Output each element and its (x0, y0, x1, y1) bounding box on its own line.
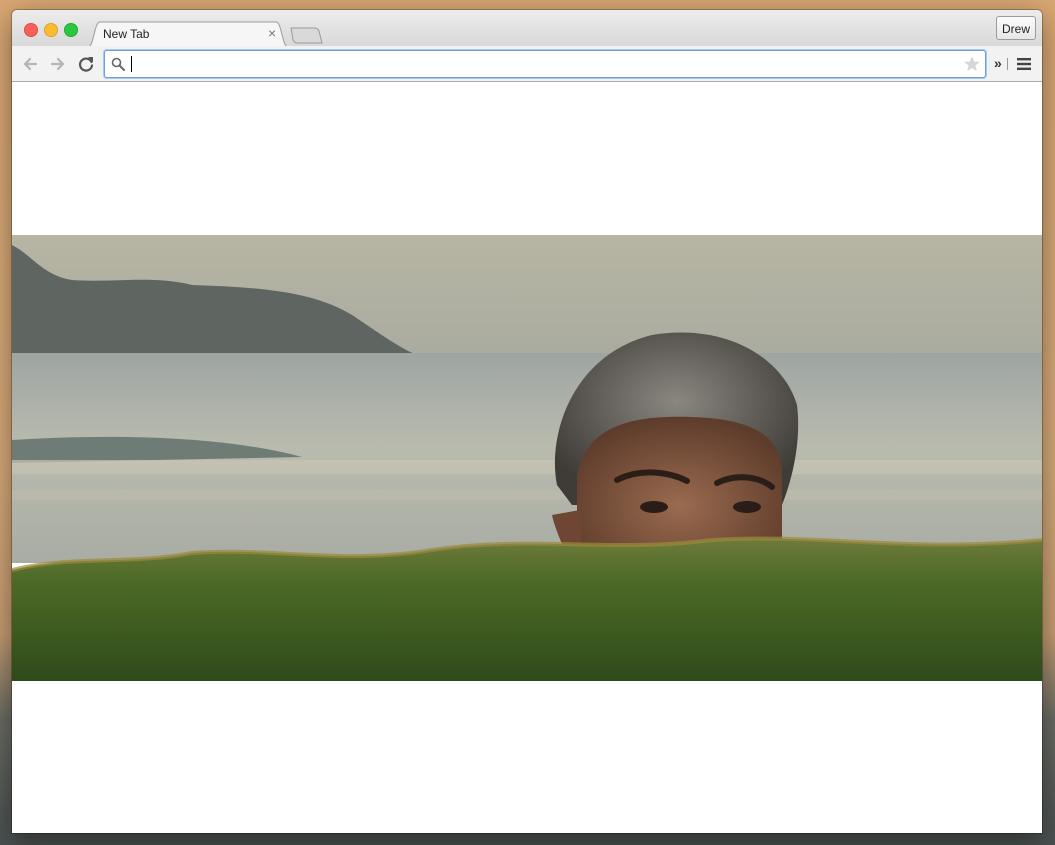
tab-new-tab[interactable]: New Tab × (88, 21, 288, 47)
hamburger-menu-icon[interactable] (1017, 57, 1031, 71)
toolbar: » (12, 46, 1042, 82)
hero-image (12, 235, 1042, 681)
star-icon[interactable] (963, 55, 981, 73)
close-window-button[interactable] (24, 23, 38, 37)
browser-window: New Tab × Drew » (12, 10, 1042, 833)
text-caret (131, 56, 132, 72)
page-content (12, 82, 1042, 833)
toolbar-divider (1007, 58, 1008, 70)
omnibox-input[interactable] (131, 54, 951, 74)
new-tab-button[interactable] (289, 26, 323, 44)
tab-title: New Tab (103, 27, 150, 41)
search-icon (111, 57, 125, 71)
address-bar[interactable] (104, 50, 986, 78)
tab-close-icon[interactable]: × (268, 25, 276, 41)
reload-icon[interactable] (76, 54, 96, 74)
profile-button[interactable]: Drew (996, 16, 1036, 40)
back-arrow-icon[interactable] (20, 54, 40, 74)
title-bar: New Tab × Drew (12, 10, 1042, 47)
zoom-window-button[interactable] (64, 23, 78, 37)
minimize-window-button[interactable] (44, 23, 58, 37)
extensions-overflow-button[interactable]: » (994, 55, 1002, 71)
forward-arrow-icon[interactable] (48, 54, 68, 74)
